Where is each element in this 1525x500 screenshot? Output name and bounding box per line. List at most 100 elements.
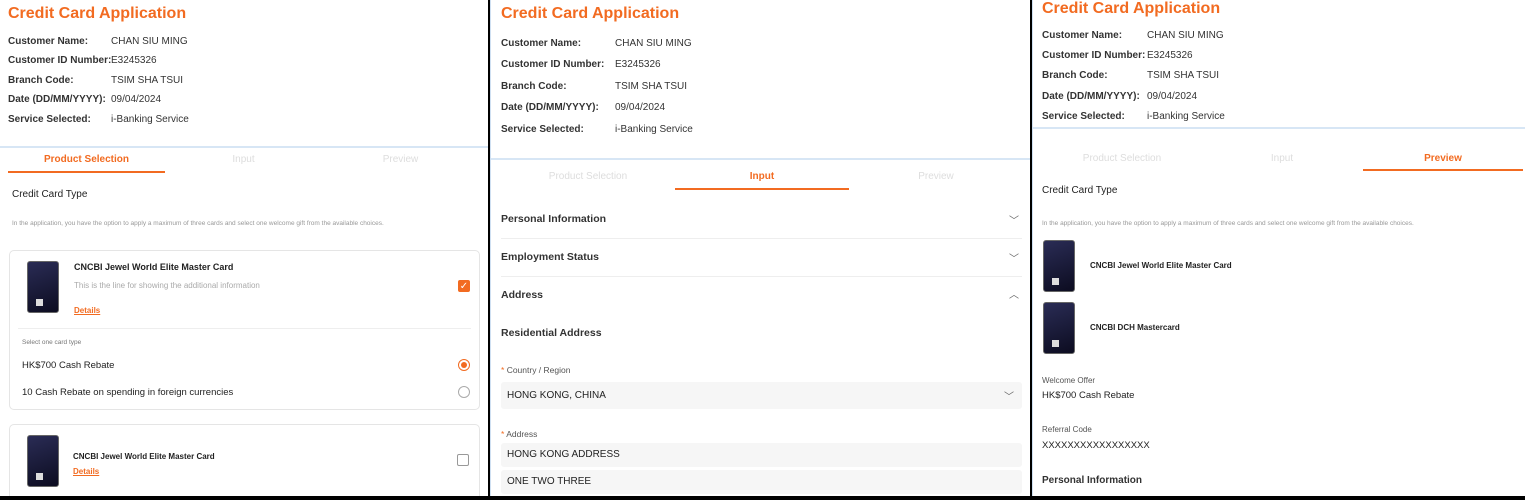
customer-name-value: CHAN SIU MING — [111, 36, 188, 47]
address-line-1-value: HONG KONG ADDRESS — [507, 449, 620, 460]
date-label: Date (DD/MM/YYYY): — [1042, 91, 1140, 102]
required-mark: * — [501, 429, 505, 439]
customer-name-label: Customer Name: — [8, 36, 89, 47]
active-tab-indicator — [675, 188, 849, 190]
tab-preview[interactable]: Preview — [1363, 153, 1523, 164]
card-checkbox[interactable] — [457, 454, 469, 466]
customer-id-value: E3245326 — [1147, 50, 1193, 61]
divider — [501, 238, 1022, 239]
residential-address-title: Residential Address — [501, 327, 602, 339]
tab-input[interactable]: Input — [1202, 153, 1362, 164]
option-radio[interactable] — [458, 359, 470, 371]
branch-code-label: Branch Code: — [501, 81, 567, 92]
tab-input[interactable]: Input — [675, 171, 849, 182]
customer-name-label: Customer Name: — [1042, 30, 1123, 41]
card-name: CNCBI Jewel World Elite Master Card — [73, 452, 215, 461]
page-title: Credit Card Application — [8, 5, 187, 22]
branch-code-label: Branch Code: — [8, 75, 74, 86]
country-select[interactable]: HONG KONG, CHINA ﹀ — [501, 382, 1022, 409]
address-label-text: Address — [506, 429, 538, 439]
details-link[interactable]: Details — [74, 306, 100, 315]
section-description: In the application, you have the option … — [1042, 220, 1414, 227]
chevron-down-icon[interactable]: ﹀ — [1009, 212, 1019, 227]
service-label: Service Selected: — [1042, 111, 1125, 122]
section-description: In the application, you have the option … — [12, 220, 384, 227]
divider — [491, 158, 1030, 160]
credit-card-image — [1043, 302, 1075, 354]
product-selection-panel: Credit Card Application Customer Name: C… — [0, 0, 488, 496]
option-label: HK$700 Cash Rebate — [22, 360, 115, 371]
preview-panel: Credit Card Application Customer Name: C… — [1032, 0, 1525, 496]
card-name: CNCBI Jewel World Elite Master Card — [74, 262, 234, 272]
country-label: * Country / Region — [501, 365, 570, 375]
tab-preview[interactable]: Preview — [322, 154, 479, 165]
address-label: * Address — [501, 429, 537, 439]
date-value: 09/04/2024 — [1147, 91, 1198, 102]
service-label: Service Selected: — [501, 124, 584, 135]
selected-card-name: CNCBI Jewel World Elite Master Card — [1090, 261, 1232, 270]
tab-input[interactable]: Input — [165, 154, 322, 165]
customer-name-value: CHAN SIU MING — [1147, 30, 1224, 41]
active-tab-indicator — [1363, 169, 1523, 171]
service-value: i-Banking Service — [615, 124, 693, 135]
divider — [501, 276, 1022, 277]
branch-code-value: TSIM SHA TSUI — [615, 81, 688, 92]
active-tab-indicator — [8, 171, 165, 173]
customer-id-label: Customer ID Number: — [8, 55, 112, 66]
customer-name-label: Customer Name: — [501, 38, 582, 49]
tab-product-selection[interactable]: Product Selection — [501, 171, 675, 182]
option-radio[interactable] — [458, 386, 470, 398]
referral-code-value: XXXXXXXXXXXXXXXXX — [1042, 440, 1150, 451]
input-panel: Credit Card Application Customer Name: C… — [490, 0, 1030, 496]
required-mark: * — [501, 365, 505, 375]
address-line-2-value: ONE TWO THREE — [507, 476, 592, 487]
card-checkbox[interactable]: ✓ — [458, 280, 470, 292]
card-option-1: CNCBI Jewel World Elite Master Card This… — [9, 250, 480, 410]
chevron-up-icon[interactable]: ︿ — [1009, 286, 1019, 301]
branch-code-value: TSIM SHA TSUI — [111, 75, 184, 86]
address-line-1-input[interactable]: HONG KONG ADDRESS — [501, 443, 1022, 467]
card-info: This is the line for showing the additio… — [74, 281, 260, 290]
option-label: 10 Cash Rebate on spending in foreign cu… — [22, 387, 234, 398]
service-value: i-Banking Service — [111, 114, 189, 125]
welcome-offer-value: HK$700 Cash Rebate — [1042, 390, 1135, 401]
date-label: Date (DD/MM/YYYY): — [501, 102, 599, 113]
service-value: i-Banking Service — [1147, 111, 1225, 122]
credit-card-image — [1043, 240, 1075, 292]
details-link[interactable]: Details — [73, 467, 99, 476]
service-label: Service Selected: — [8, 114, 91, 125]
page-title: Credit Card Application — [501, 5, 680, 22]
country-value: HONG KONG, CHINA — [507, 390, 606, 401]
accordion-address[interactable]: Address — [501, 289, 543, 301]
branch-code-value: TSIM SHA TSUI — [1147, 70, 1220, 81]
customer-id-value: E3245326 — [615, 59, 661, 70]
customer-id-value: E3245326 — [111, 55, 157, 66]
tab-product-selection[interactable]: Product Selection — [8, 154, 165, 165]
customer-id-label: Customer ID Number: — [1042, 50, 1146, 61]
welcome-offer-label: Welcome Offer — [1042, 376, 1096, 385]
credit-card-image — [27, 261, 59, 313]
referral-code-label: Referral Code — [1042, 425, 1092, 434]
credit-card-image — [27, 435, 59, 487]
tab-product-selection[interactable]: Product Selection — [1042, 153, 1202, 164]
select-card-type-label: Select one card type — [22, 339, 82, 346]
date-value: 09/04/2024 — [111, 94, 162, 105]
branch-code-label: Branch Code: — [1042, 70, 1108, 81]
tab-preview[interactable]: Preview — [849, 171, 1023, 182]
date-value: 09/04/2024 — [615, 102, 666, 113]
personal-information-title: Personal Information — [1042, 475, 1143, 486]
divider — [18, 328, 471, 329]
section-title: Credit Card Type — [12, 189, 88, 200]
divider — [1033, 127, 1525, 129]
address-line-2-input[interactable]: ONE TWO THREE — [501, 470, 1022, 494]
customer-id-label: Customer ID Number: — [501, 59, 605, 70]
accordion-personal-information[interactable]: Personal Information — [501, 213, 606, 225]
accordion-employment-status[interactable]: Employment Status — [501, 251, 599, 263]
card-option-2: CNCBI Jewel World Elite Master Card Deta… — [9, 424, 480, 496]
divider — [0, 146, 488, 148]
country-label-text: Country / Region — [506, 365, 571, 375]
chevron-down-icon[interactable]: ﹀ — [1009, 250, 1019, 265]
customer-name-value: CHAN SIU MING — [615, 38, 692, 49]
selected-card-name: CNCBI DCH Mastercard — [1090, 323, 1180, 332]
chevron-down-icon: ﹀ — [1004, 392, 1014, 403]
